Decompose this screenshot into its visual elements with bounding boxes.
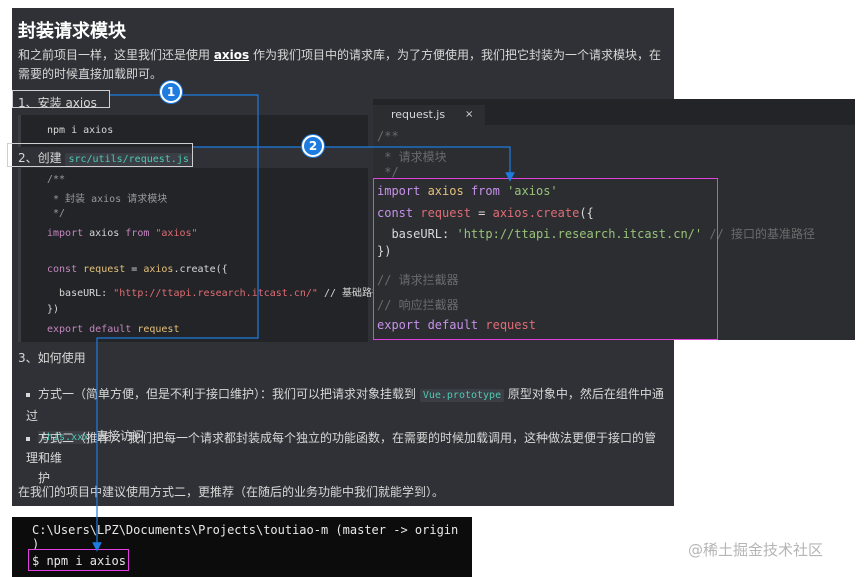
step-marker-1: 1 bbox=[160, 81, 182, 103]
connector-arrows bbox=[92, 94, 515, 552]
screenshot-canvas: 封装请求模块 和之前项目一样，这里我们还是使用 axios 作为我们项目中的请求… bbox=[0, 0, 866, 577]
step-marker-2: 2 bbox=[302, 135, 324, 157]
connector-install-to-terminal bbox=[92, 94, 259, 552]
connector-file-to-editor bbox=[193, 146, 515, 182]
watermark-text: @稀土掘金技术社区 bbox=[688, 541, 824, 559]
